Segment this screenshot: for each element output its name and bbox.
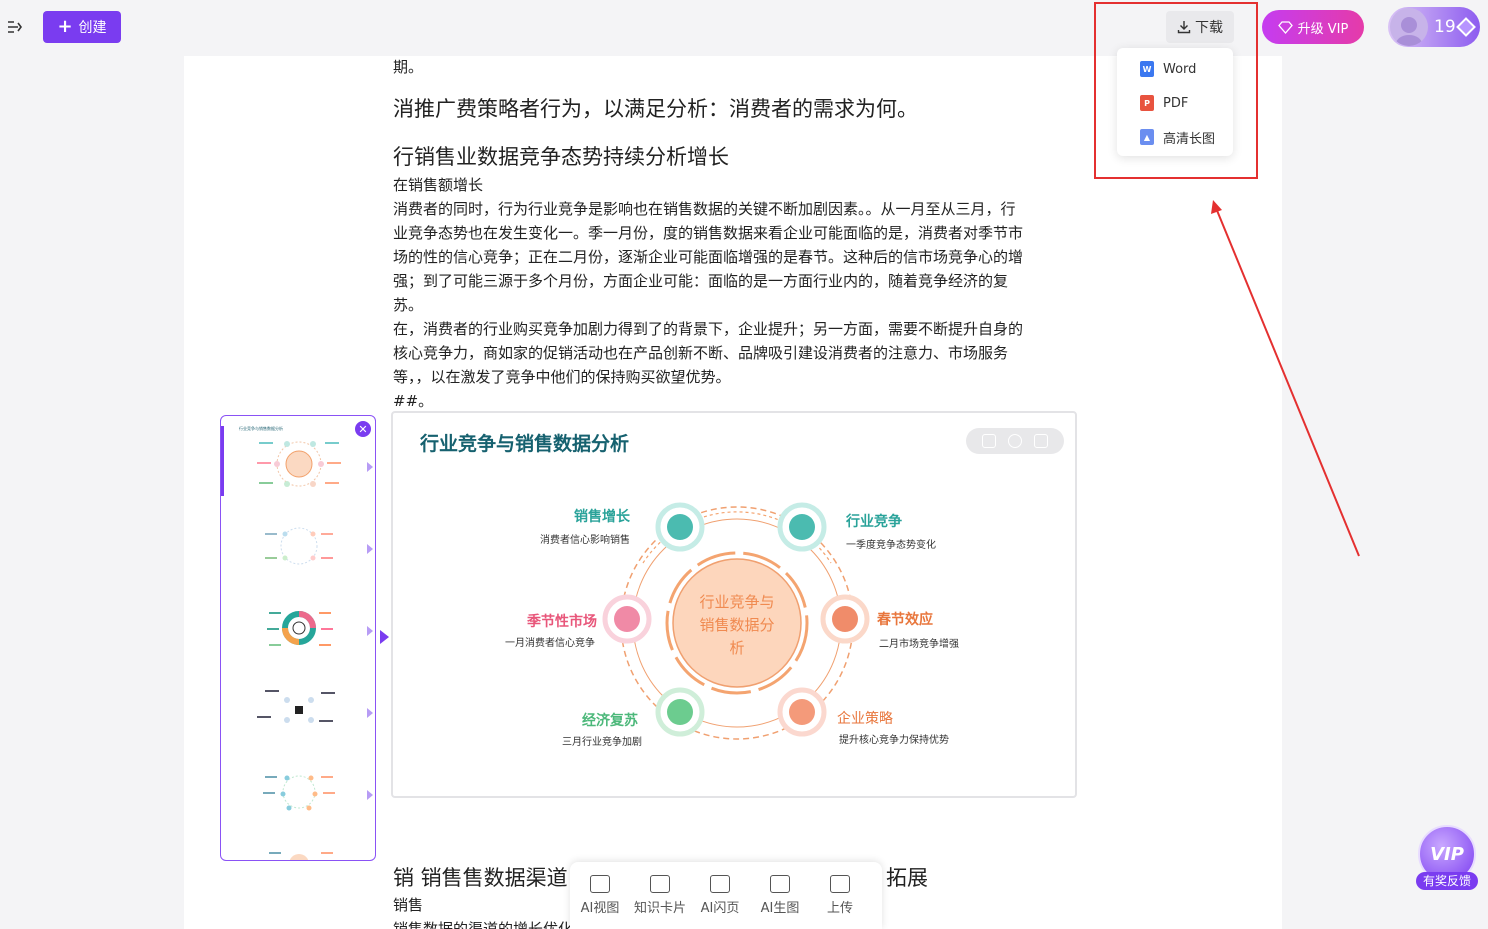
- knowledge-card-button[interactable]: 知识卡片: [630, 862, 690, 929]
- diagram-graphic: 行业竞争与 销售数据分 析 销售增长 消费者信心影响销售 行业竞争 一季度竞争态…: [505, 502, 959, 748]
- thumbnail-preview: [257, 690, 335, 723]
- ai-view-button[interactable]: AI视图: [570, 862, 630, 929]
- node-title: 经济复苏: [582, 712, 638, 729]
- node-subtitle: 一季度竞争态势变化: [846, 538, 936, 551]
- doc-text-line: 销售: [393, 896, 424, 914]
- plus-icon: +: [57, 16, 73, 37]
- download-word-item[interactable]: W Word: [1117, 54, 1233, 84]
- chart-icon: [590, 875, 610, 893]
- node-title: 企业策略: [837, 710, 893, 727]
- user-account[interactable]: 19: [1388, 7, 1480, 47]
- download-image-item[interactable]: ▲ 高清长图: [1117, 122, 1233, 152]
- diagram-card[interactable]: 行业竞争与销售数据分析 行业竞争与 销售数据分 析 销售增长 消费者信心影响销售…: [391, 411, 1077, 798]
- ai-flash-page-label: AI闪页: [700, 901, 740, 916]
- ai-view-label: AI视图: [580, 901, 620, 916]
- diagram-thumbnail[interactable]: [229, 506, 373, 582]
- thumbnail-preview: [269, 852, 333, 860]
- diagram-thumbnail[interactable]: [229, 834, 361, 860]
- download-button[interactable]: 下载: [1166, 11, 1234, 43]
- diagram-thumbnail[interactable]: [229, 588, 373, 664]
- download-word-label: Word: [1163, 61, 1197, 77]
- thumbnail-preview: [265, 527, 333, 565]
- doc-text-line: 场的性的信心竞争；正在二月份，逐渐企业可能面临增强的是春节。这种后的信市场竞争心…: [393, 248, 1024, 266]
- knowledge-card-label: 知识卡片: [633, 901, 686, 916]
- feedback-label: 有奖反馈: [1416, 872, 1478, 890]
- thumbnail-arrow-icon: [367, 790, 373, 800]
- download-button-label: 下载: [1195, 20, 1223, 36]
- thumbnail-title: 行业竞争与销售数据分析: [239, 426, 283, 431]
- node-title: 行业竞争: [845, 513, 902, 530]
- node-subtitle: 提升核心竞争力保持优势: [839, 733, 949, 746]
- gem-count: 19: [1434, 17, 1456, 37]
- node-subtitle: 三月行业竞争加剧: [562, 735, 642, 748]
- card-icon: [650, 875, 670, 893]
- doc-text-line: 消费者的同时，行为行业竞争是影响也在销售数据的关键不断加剧因素。。从一月至从三月…: [393, 200, 1016, 218]
- doc-text-line: 在销售额增长: [393, 176, 484, 194]
- node-subtitle: 一月消费者信心竞争: [505, 636, 595, 649]
- download-icon: [1177, 21, 1191, 34]
- doc-text-line: 在，消费者的行业购买竞争加剧力得到了的背景下，企业提升；另一方面，需要不断提升自…: [393, 320, 1024, 338]
- node-title: 季节性市场: [526, 613, 597, 630]
- thumbnail-preview: [267, 611, 333, 646]
- doc-text-line: 期。: [393, 58, 424, 76]
- upload-image-icon: [830, 875, 850, 893]
- center-line-1: 行业竞争与: [699, 593, 774, 611]
- doc-text-line: 业竞争态势也在发生变化一。季一月份，度的销售数据来看企业可能面临的是，消费者对季…: [393, 224, 1024, 242]
- user-avatar-icon: [1396, 17, 1422, 46]
- download-menu: W Word P PDF ▲ 高清长图: [1117, 48, 1233, 156]
- image-file-icon: ▲: [1140, 129, 1154, 145]
- diagram-thumbnail[interactable]: [229, 670, 373, 746]
- collapse-panel-icon[interactable]: [380, 630, 389, 644]
- thumbnail-preview: [263, 775, 335, 811]
- word-file-icon: W: [1140, 61, 1154, 77]
- create-button[interactable]: + 创建: [43, 11, 121, 43]
- doc-heading: 消推广费策略者行为，以满足分析：消费者的需求为何。: [393, 97, 918, 121]
- doc-text-line: 强；到了可能三源于多个月份，方面企业可能：面临的是一方面行业内的，随着竞争经济的…: [393, 272, 1009, 290]
- doc-text-line: 苏。: [393, 296, 424, 314]
- doc-text-line: 等，，以在激发了竞争中他们的保持购买欲望优势。: [393, 368, 731, 386]
- top-bar: + 创建 下载 升级 VIP 19: [0, 0, 1488, 56]
- diagram-thumbnail[interactable]: 行业竞争与销售数据分析: [229, 424, 373, 500]
- active-thumbnail-indicator: [221, 426, 224, 496]
- download-image-label: 高清长图: [1163, 131, 1216, 147]
- pdf-file-icon: P: [1140, 95, 1154, 111]
- gem-icon: [1455, 17, 1476, 37]
- doc-heading: 行销售业数据竞争态势持续分析增长: [393, 145, 729, 169]
- node-subtitle: 消费者信心影响销售: [540, 533, 630, 546]
- diagram-thumbnail-panel: ✕ 行业竞争与销售数据分析: [220, 415, 376, 861]
- diamond-icon: [1277, 20, 1293, 34]
- doc-text-line: ##。: [393, 392, 434, 410]
- upgrade-vip-button[interactable]: 升级 VIP: [1262, 10, 1364, 44]
- node-title: 销售增长: [574, 508, 631, 525]
- thumbnail-preview: [257, 441, 341, 487]
- doc-text-line: 核心竞争力，商如家的促销活动也在产品创新不断、品牌吸引建设消费者的注意力、市场服…: [393, 344, 1009, 362]
- center-line-3: 析: [729, 639, 744, 657]
- vip-badge-label: VIP: [1430, 843, 1464, 865]
- ai-flash-page-button[interactable]: AI闪页: [690, 862, 750, 929]
- diagram-thumbnail[interactable]: [229, 752, 373, 828]
- download-pdf-item[interactable]: P PDF: [1117, 88, 1233, 118]
- thumbnail-arrow-icon: [367, 626, 373, 636]
- thumbnail-arrow-icon: [367, 544, 373, 554]
- upload-button[interactable]: 上传: [810, 862, 870, 929]
- doc-heading-tail: 拓展: [886, 866, 928, 890]
- menu-collapse-icon[interactable]: [6, 18, 24, 36]
- flash-page-icon: [710, 875, 730, 893]
- node-title: 春节效应: [876, 611, 933, 628]
- thumbnail-arrow-icon: [367, 708, 373, 718]
- image-sparkle-icon: [770, 875, 790, 893]
- node-subtitle: 二月市场竞争增强: [879, 637, 959, 650]
- bottom-toolbar: AI视图 知识卡片 AI闪页 AI生图 上传: [570, 862, 882, 929]
- create-button-label: 创建: [78, 20, 107, 36]
- upgrade-vip-label: 升级 VIP: [1297, 21, 1349, 37]
- avatar[interactable]: [1390, 8, 1428, 46]
- ai-image-button[interactable]: AI生图: [750, 862, 810, 929]
- center-line-2: 销售数据分: [699, 616, 774, 634]
- ai-image-label: AI生图: [760, 901, 800, 916]
- vip-feedback-widget[interactable]: VIP 有奖反馈: [1416, 825, 1478, 893]
- thumbnail-arrow-icon: [367, 462, 373, 472]
- download-pdf-label: PDF: [1163, 95, 1189, 111]
- upload-label: 上传: [826, 901, 853, 916]
- doc-heading: 销 销售售数据渠道: [393, 866, 568, 890]
